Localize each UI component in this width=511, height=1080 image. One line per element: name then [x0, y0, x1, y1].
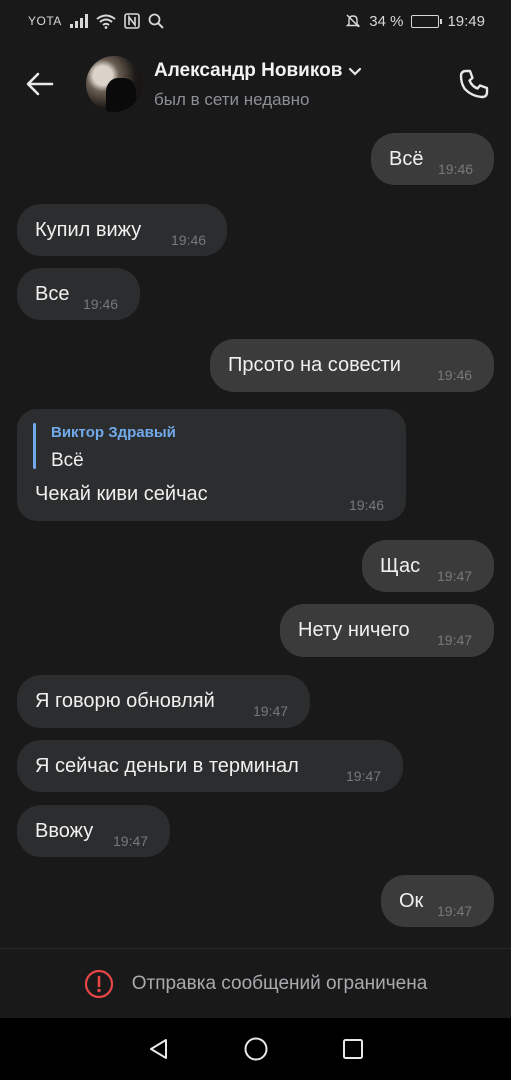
- message-time: 19:47: [437, 568, 473, 584]
- alert-circle-icon: [84, 969, 113, 998]
- message-time: 19:47: [437, 903, 473, 919]
- message-text: Всё: [389, 148, 424, 170]
- signal-icon: [69, 14, 88, 28]
- message-time: 19:47: [346, 768, 382, 784]
- nav-recents-button[interactable]: [337, 1033, 369, 1065]
- battery-percent: 34 %: [369, 12, 404, 30]
- message-bubble-incoming[interactable]: Купил вижу 19:46: [17, 204, 227, 256]
- message-time: 19:46: [438, 161, 474, 177]
- message-text: Я говорю обновляй: [35, 690, 215, 712]
- message-bubble-incoming[interactable]: Ввожу 19:47: [17, 805, 170, 857]
- mute-bell-icon: [346, 14, 361, 28]
- message-bubble-incoming-reply[interactable]: Виктор Здравый Всё Чекай киви сейчас 19:…: [17, 409, 406, 521]
- nav-back-button[interactable]: [143, 1033, 175, 1065]
- message-time: 19:47: [113, 833, 149, 849]
- contact-name: Александр Новиков: [154, 60, 343, 81]
- message-text: Чекай киви сейчас: [35, 483, 208, 505]
- reply-text: Всё: [51, 450, 84, 471]
- message-bubble-outgoing[interactable]: Нету ничего 19:47: [280, 604, 494, 657]
- message-text: Я сейчас деньги в терминал: [35, 755, 299, 777]
- restriction-text: Отправка сообщений ограничена: [131, 972, 428, 994]
- message-bubble-incoming[interactable]: Я говорю обновляй 19:47: [17, 675, 310, 728]
- message-bubble-outgoing[interactable]: Ок 19:47: [381, 875, 494, 927]
- message-text: Все: [35, 283, 70, 305]
- recents-square-icon: [342, 1039, 363, 1059]
- status-bar: YOTA 34 % 19:49: [0, 0, 511, 42]
- message-bubble-outgoing[interactable]: Щас 19:47: [362, 540, 494, 592]
- message-time: 19:46: [437, 367, 473, 383]
- contact-status: был в сети недавно: [154, 90, 310, 109]
- wifi-icon: [96, 14, 116, 29]
- chat-header: Александр Новиков был в сети недавно: [0, 42, 511, 130]
- contact-name-button[interactable]: Александр Новиков: [154, 60, 362, 82]
- chevron-down-icon: [349, 67, 362, 76]
- message-time: 19:46: [83, 296, 119, 312]
- message-time: 19:47: [437, 632, 473, 648]
- nav-home-button[interactable]: [240, 1033, 272, 1065]
- nfc-icon: [123, 13, 140, 29]
- message-bubble-outgoing[interactable]: Всё 19:46: [371, 133, 494, 185]
- message-text: Нету ничего: [298, 619, 410, 641]
- back-button[interactable]: [22, 66, 58, 102]
- call-button[interactable]: [456, 66, 492, 102]
- message-text: Ввожу: [35, 820, 94, 842]
- avatar[interactable]: [86, 56, 142, 112]
- message-text: Ок: [399, 890, 424, 912]
- message-text: Купил вижу: [35, 219, 142, 241]
- battery-icon: [411, 14, 443, 28]
- messaging-restricted-banner: Отправка сообщений ограничена: [0, 948, 511, 1018]
- message-time: 19:47: [253, 703, 289, 719]
- message-time: 19:46: [171, 232, 207, 248]
- back-triangle-icon: [149, 1039, 167, 1059]
- message-bubble-outgoing[interactable]: Прсото на совести 19:46: [210, 339, 494, 392]
- home-circle-icon: [244, 1037, 267, 1061]
- search-icon: [148, 13, 164, 29]
- reply-quote-bar: [33, 423, 36, 469]
- message-bubble-incoming[interactable]: Все 19:46: [17, 268, 140, 320]
- message-text: Прсото на совести: [228, 354, 401, 376]
- carrier-label: YOTA: [28, 14, 62, 28]
- clock: 19:49: [447, 12, 485, 30]
- reply-author: Виктор Здравый: [51, 424, 176, 441]
- phone-icon: [459, 69, 489, 99]
- arrow-left-icon: [26, 72, 54, 96]
- message-time: 19:46: [349, 497, 385, 513]
- message-text: Щас: [380, 555, 421, 577]
- system-nav-bar: [0, 1018, 511, 1080]
- message-bubble-incoming[interactable]: Я сейчас деньги в терминал 19:47: [17, 740, 403, 792]
